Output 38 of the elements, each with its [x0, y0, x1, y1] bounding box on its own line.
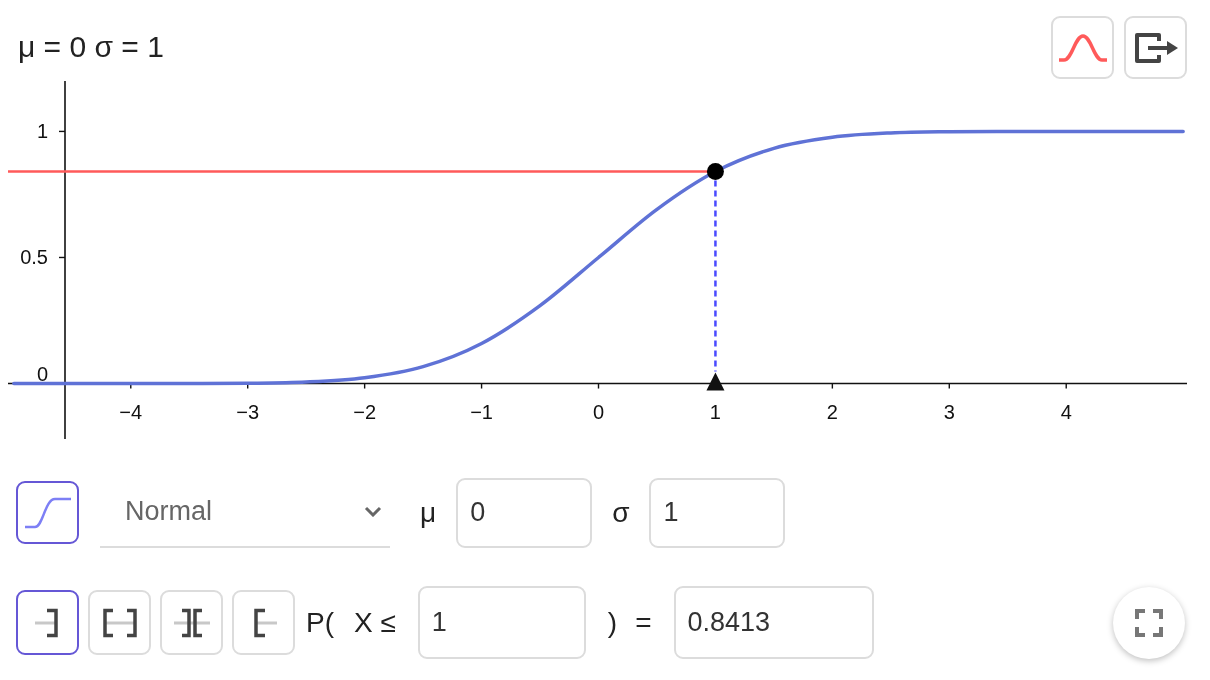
data-point [706, 163, 724, 180]
s-curve-icon [24, 496, 71, 529]
axis-tick-label: 4 [1060, 400, 1072, 423]
export-button[interactable] [1124, 16, 1187, 79]
fullscreen-icon [1135, 608, 1163, 637]
equals-sign: = [635, 608, 652, 637]
triangle-handle[interactable] [706, 372, 725, 391]
interval-type-button[interactable] [16, 590, 79, 655]
parameter-input[interactable]: 1 [649, 477, 786, 548]
interval-icon [101, 607, 138, 638]
axis-tick-label: 1 [709, 400, 721, 423]
left-tail-icon [34, 607, 61, 638]
parameter-label: μ [420, 498, 437, 527]
axis-tick-label: 3 [943, 400, 955, 423]
parameter-label: σ [612, 498, 630, 527]
bell-curve-icon [1058, 32, 1107, 63]
chevron-down-icon [364, 506, 382, 517]
axis-tick-label: −1 [470, 400, 493, 423]
axis-tick-label: −2 [353, 400, 377, 423]
export-icon [1133, 31, 1178, 64]
bound-input[interactable]: 1 [417, 586, 586, 659]
parameter-caption: μ = 0 σ = 1 [18, 32, 164, 62]
result-field[interactable]: 0.8413 [673, 586, 874, 659]
axis-tick-label: 2 [826, 400, 838, 423]
parameter-input[interactable]: 0 [456, 477, 593, 548]
bell-curve-button[interactable] [1051, 16, 1114, 79]
cumulative-toggle-button[interactable] [16, 481, 79, 544]
probability-label: P( [306, 608, 334, 637]
axis-tick-label: −4 [119, 400, 143, 423]
axis-tick-label: −3 [236, 400, 260, 423]
axis-tick-label: 1 [36, 120, 48, 143]
axis-tick-label: 0.5 [20, 246, 48, 269]
condition-label: X ≤ [354, 608, 396, 637]
axis-tick-label: 0 [592, 400, 605, 423]
axis-tick-label: 0 [36, 362, 48, 385]
two-tail-icon [173, 607, 210, 638]
fullscreen-button[interactable] [1113, 586, 1185, 659]
closing-parenthesis: ) [607, 608, 618, 637]
